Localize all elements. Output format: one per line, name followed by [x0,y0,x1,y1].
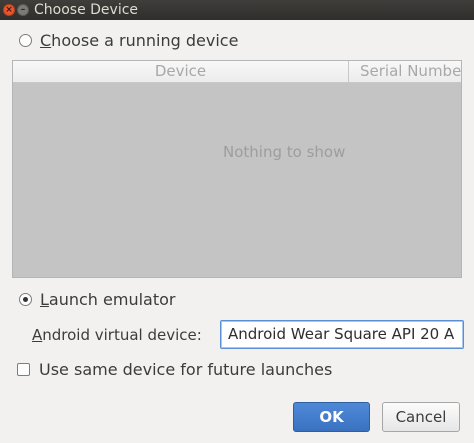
title-bar: × – Choose Device [0,0,474,20]
reuse-device-checkbox[interactable] [17,363,30,376]
cancel-button[interactable]: Cancel [382,402,460,432]
empty-table-message: Nothing to show [223,143,346,161]
launch-emulator-label[interactable]: Launch emulator [40,290,176,309]
running-device-radio[interactable] [19,34,32,47]
window-title: Choose Device [34,2,139,18]
close-icon[interactable]: × [3,4,15,16]
device-table[interactable]: Device Serial Numbe Nothing to show [12,60,462,278]
minimize-icon[interactable]: – [17,4,29,16]
launch-emulator-radio[interactable] [19,293,32,306]
avd-label: Android virtual device: [32,326,202,344]
ok-button[interactable]: OK [293,402,370,432]
running-device-label[interactable]: Choose a running device [40,31,238,50]
avd-select[interactable]: Android Wear Square API 20 A [220,320,464,349]
table-header: Device Serial Numbe [13,61,461,83]
column-header-device[interactable]: Device [13,61,349,82]
reuse-device-label[interactable]: Use same device for future launches [39,360,332,379]
column-header-serial[interactable]: Serial Numbe [360,61,461,82]
